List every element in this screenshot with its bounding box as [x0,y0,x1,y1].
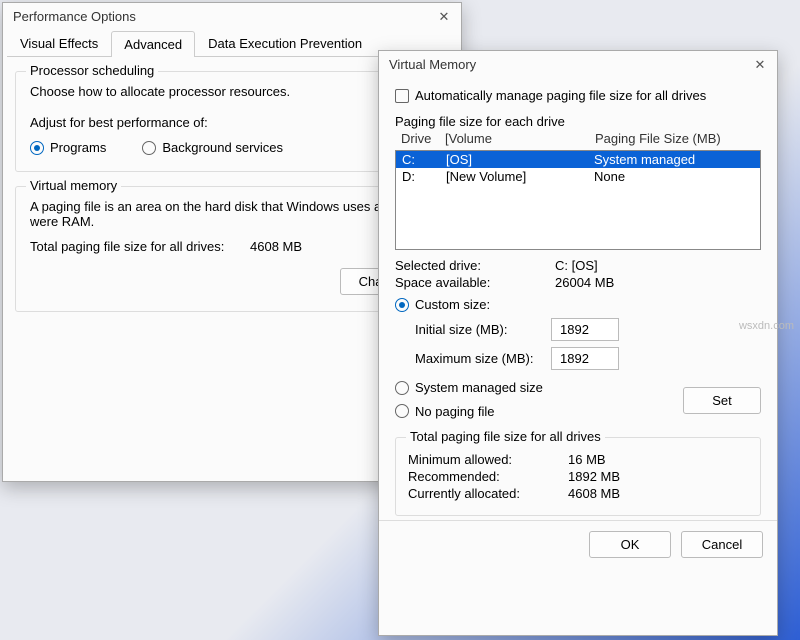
radio-background-services[interactable]: Background services [142,140,283,155]
recommended-value: 1892 MB [568,469,620,484]
group-legend: Processor scheduling [26,63,158,78]
titlebar: Performance Options ✕ [3,3,461,30]
selected-drive-value: C: [OS] [555,258,598,273]
radio-icon [30,141,44,155]
currently-allocated-value: 4608 MB [568,486,620,501]
radio-system-managed-label: System managed size [415,380,543,395]
drive-size: None [594,169,754,184]
radio-bg-label: Background services [162,140,283,155]
minimum-allowed-label: Minimum allowed: [408,452,568,467]
col-volume: [Volume [445,131,595,146]
radio-icon [395,298,409,312]
space-available-value: 26004 MB [555,275,614,290]
group-legend: Virtual memory [26,178,121,193]
drive-size: System managed [594,152,754,167]
vm-desc: A paging file is an area on the hard dis… [30,199,434,229]
drive-row[interactable]: D: [New Volume] None [396,168,760,185]
virtual-memory-dialog: Virtual Memory ✕ Automatically manage pa… [378,50,778,636]
cancel-button[interactable]: Cancel [681,531,763,558]
drive-volume: [New Volume] [446,169,594,184]
total-paging-group: Total paging file size for all drives Mi… [395,437,761,516]
dialog-title: Performance Options [13,9,136,24]
minimum-allowed-value: 16 MB [568,452,606,467]
initial-size-input[interactable] [551,318,619,341]
adjust-label: Adjust for best performance of: [30,115,434,130]
tab-visual-effects[interactable]: Visual Effects [7,30,111,56]
radio-programs-label: Programs [50,140,106,155]
dialog-title: Virtual Memory [389,57,476,72]
total-paging-label: Total paging file size for all drives: [30,239,250,254]
close-icon[interactable]: ✕ [437,10,451,24]
scheduling-desc: Choose how to allocate processor resourc… [30,84,434,99]
selected-drive-label: Selected drive: [395,258,555,273]
currently-allocated-label: Currently allocated: [408,486,568,501]
tab-dep[interactable]: Data Execution Prevention [195,30,375,56]
radio-system-managed[interactable]: System managed size [395,380,543,395]
radio-no-paging-label: No paging file [415,404,495,419]
radio-custom-size[interactable]: Custom size: [395,297,490,312]
watermark-text: wsxdn.com [739,320,794,332]
col-size: Paging File Size (MB) [595,131,755,146]
group-legend: Total paging file size for all drives [406,429,605,444]
checkbox-icon [395,89,409,103]
radio-programs[interactable]: Programs [30,140,106,155]
auto-manage-checkbox[interactable]: Automatically manage paging file size fo… [395,88,706,103]
drive-listbox[interactable]: C: [OS] System managed D: [New Volume] N… [395,150,761,250]
drive-list-caption: Paging file size for each drive [395,114,761,129]
dialog-button-row: OK Cancel [379,520,777,568]
tab-advanced[interactable]: Advanced [111,31,195,57]
drive-volume: [OS] [446,152,594,167]
drive-letter: D: [402,169,446,184]
radio-icon [142,141,156,155]
drive-row[interactable]: C: [OS] System managed [396,151,760,168]
auto-manage-label: Automatically manage paging file size fo… [415,88,706,103]
col-drive: Drive [401,131,445,146]
radio-custom-label: Custom size: [415,297,490,312]
drive-letter: C: [402,152,446,167]
close-icon[interactable]: ✕ [753,58,767,72]
set-button[interactable]: Set [683,387,761,414]
space-available-label: Space available: [395,275,555,290]
drive-list-header: Drive [Volume Paging File Size (MB) [395,129,761,148]
initial-size-label: Initial size (MB): [415,322,545,337]
radio-icon [395,404,409,418]
total-paging-value: 4608 MB [250,239,302,254]
maximum-size-label: Maximum size (MB): [415,351,545,366]
radio-no-paging-file[interactable]: No paging file [395,404,495,419]
recommended-label: Recommended: [408,469,568,484]
titlebar: Virtual Memory ✕ [379,51,777,78]
radio-icon [395,381,409,395]
maximum-size-input[interactable] [551,347,619,370]
ok-button[interactable]: OK [589,531,671,558]
